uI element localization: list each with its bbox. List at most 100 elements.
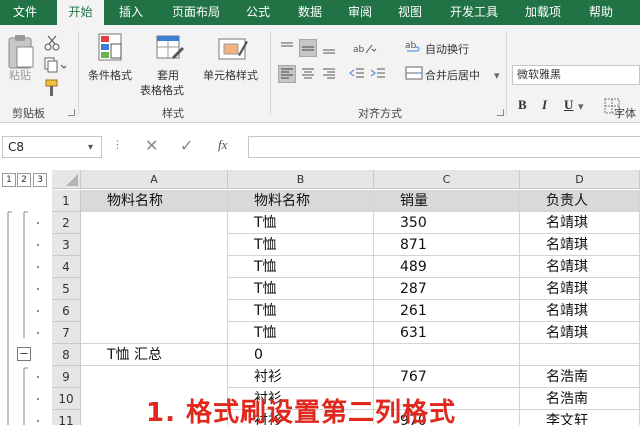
cell-d3[interactable]: 名靖琪	[520, 234, 640, 256]
row-header[interactable]: 11	[52, 410, 81, 425]
conditional-format-icon	[98, 33, 122, 61]
wrap-text-label[interactable]: 自动换行	[425, 43, 469, 56]
cell-d5[interactable]: 名靖琪	[520, 278, 640, 300]
cell-d10[interactable]: 名浩南	[520, 388, 640, 410]
column-header-d[interactable]: D	[520, 170, 640, 189]
insert-function-icon[interactable]: fx	[218, 137, 227, 153]
cell-c8[interactable]	[374, 344, 520, 366]
cell-d9[interactable]: 名浩南	[520, 366, 640, 388]
align-top-icon[interactable]	[278, 39, 296, 57]
row-header[interactable]: 2	[52, 212, 81, 234]
tab-insert[interactable]: 插入	[108, 0, 154, 25]
font-name-box[interactable]: 微软雅黑	[512, 65, 640, 85]
cell-c9[interactable]: 767	[374, 366, 520, 388]
cell-c7[interactable]: 631	[374, 322, 520, 344]
tab-page-layout[interactable]: 页面布局	[162, 0, 230, 25]
row-header[interactable]: 8	[52, 344, 81, 366]
paste-label: 粘贴	[9, 69, 31, 82]
tab-data[interactable]: 数据	[288, 0, 332, 25]
tab-file[interactable]: 文件	[0, 0, 50, 25]
tab-addins[interactable]: 加载项	[518, 0, 568, 25]
row-header[interactable]: 3	[52, 234, 81, 256]
collapse-group-icon[interactable]: −	[17, 347, 31, 361]
align-left-icon[interactable]	[278, 65, 296, 83]
cell-c4[interactable]: 489	[374, 256, 520, 278]
tab-developer[interactable]: 开发工具	[442, 0, 506, 25]
cell-c3[interactable]: 871	[374, 234, 520, 256]
formula-bar: C8 ▾ ⋮ ✕ ✓ fx	[0, 123, 640, 170]
select-all-corner[interactable]	[52, 170, 81, 189]
enter-check-icon[interactable]: ✓	[180, 136, 193, 155]
cell-b5[interactable]: T恤	[228, 278, 374, 300]
row-header[interactable]: 10	[52, 388, 81, 410]
clipboard-launcher-icon[interactable]	[68, 109, 75, 116]
merge-center-label[interactable]: 合并后居中	[425, 69, 480, 82]
format-as-table-button[interactable]	[156, 35, 186, 67]
cell-b7[interactable]: T恤	[228, 322, 374, 344]
align-center-icon[interactable]	[299, 65, 317, 83]
cell-styles-button[interactable]	[218, 35, 250, 67]
tab-help[interactable]: 帮助	[580, 0, 622, 25]
row-header[interactable]: 9	[52, 366, 81, 388]
column-header-c[interactable]: C	[374, 170, 520, 189]
more-options-icon[interactable]: ⋮	[112, 138, 123, 151]
increase-indent-icon[interactable]	[369, 65, 387, 83]
underline-dropdown-icon[interactable]: ▾	[578, 100, 584, 113]
format-painter-icon[interactable]	[44, 79, 60, 101]
decrease-indent-icon[interactable]	[348, 65, 366, 83]
tutorial-caption: 1. 格式刷设置第二列格式	[146, 398, 457, 425]
formula-input[interactable]	[248, 136, 640, 158]
cell-b8[interactable]: 0	[228, 344, 374, 366]
cell-d2[interactable]: 名靖琪	[520, 212, 640, 234]
row-header[interactable]: 4	[52, 256, 81, 278]
cell-c5[interactable]: 287	[374, 278, 520, 300]
cell-d7[interactable]: 名靖琪	[520, 322, 640, 344]
column-header-b[interactable]: B	[228, 170, 374, 189]
row-header[interactable]: 5	[52, 278, 81, 300]
row-header[interactable]: 1	[52, 190, 81, 212]
cancel-icon[interactable]: ✕	[145, 136, 158, 155]
italic-button[interactable]: I	[542, 97, 547, 113]
tab-home[interactable]: 开始	[57, 0, 104, 25]
cell-d8[interactable]	[520, 344, 640, 366]
cell-a2-merged[interactable]	[81, 212, 228, 344]
tab-view[interactable]: 视图	[388, 0, 432, 25]
merge-dropdown-icon[interactable]: ▾	[494, 69, 500, 82]
cell-d11[interactable]: 李文轩	[520, 410, 640, 425]
cut-icon[interactable]	[44, 35, 60, 55]
tab-review[interactable]: 审阅	[338, 0, 382, 25]
cell-c6[interactable]: 261	[374, 300, 520, 322]
align-bottom-icon[interactable]	[320, 39, 338, 57]
align-middle-icon[interactable]	[299, 39, 317, 57]
cell-d6[interactable]: 名靖琪	[520, 300, 640, 322]
align-right-icon[interactable]	[320, 65, 338, 83]
cell-c2[interactable]: 350	[374, 212, 520, 234]
bold-button[interactable]: B	[518, 97, 527, 113]
tab-formulas[interactable]: 公式	[236, 0, 280, 25]
name-box[interactable]: C8	[2, 136, 102, 158]
cell-d1[interactable]: 负责人	[520, 190, 640, 212]
row-header[interactable]: 6	[52, 300, 81, 322]
styles-group-label: 样式	[162, 107, 184, 120]
cell-b3[interactable]: T恤	[228, 234, 374, 256]
cell-a8[interactable]: T恤 汇总	[81, 344, 228, 366]
cell-b1[interactable]: 物料名称	[228, 190, 374, 212]
cell-b6[interactable]: T恤	[228, 300, 374, 322]
underline-button[interactable]: U	[564, 97, 573, 113]
cell-b2[interactable]: T恤	[228, 212, 374, 234]
copy-icon[interactable]	[44, 57, 68, 77]
orientation-icon[interactable]: ab	[352, 39, 377, 57]
cell-c1[interactable]: 销量	[374, 190, 520, 212]
font-group-label: 字体	[614, 107, 636, 120]
cell-a1[interactable]: 物料名称	[81, 190, 228, 212]
name-box-dropdown-icon[interactable]: ▾	[88, 142, 93, 153]
alignment-launcher-icon[interactable]	[497, 109, 504, 116]
merge-center-icon[interactable]	[405, 65, 423, 85]
row-header[interactable]: 7	[52, 322, 81, 344]
conditional-formatting-button[interactable]	[98, 33, 124, 67]
column-header-a[interactable]: A	[81, 170, 228, 189]
wrap-text-icon[interactable]: ab	[405, 39, 423, 59]
cell-b9[interactable]: 衬衫	[228, 366, 374, 388]
cell-b4[interactable]: T恤	[228, 256, 374, 278]
cell-d4[interactable]: 名靖琪	[520, 256, 640, 278]
